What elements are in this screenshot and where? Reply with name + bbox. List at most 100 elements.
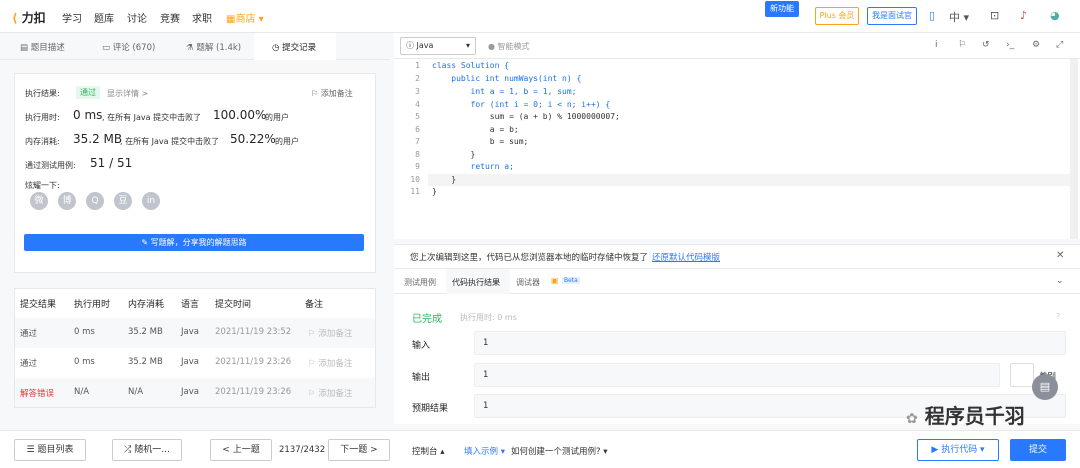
time-percentile: 100.00% xyxy=(213,108,267,122)
write-solution-button[interactable]: ✎ 写题解，分享我的解题思路 xyxy=(24,234,364,251)
language-select[interactable]: ⓘ Java ▾ xyxy=(400,37,476,55)
row-memory: N/A xyxy=(128,387,144,397)
problem-list-button[interactable]: ☰ 题目列表 xyxy=(14,439,86,461)
line-number: 8 xyxy=(415,150,420,159)
new-feature-badge[interactable]: 新功能 xyxy=(765,1,799,17)
add-note-button[interactable]: ⚐ 添加备注 xyxy=(311,88,353,99)
nav-discuss[interactable]: 讨论 xyxy=(127,10,147,25)
editor-scrollbar[interactable] xyxy=(1070,59,1078,239)
smart-mode-toggle[interactable]: ● 智能模式 xyxy=(488,41,530,52)
qq-icon[interactable]: Q xyxy=(86,192,104,210)
output-value-box[interactable]: 1 xyxy=(474,363,1000,387)
row-add-note[interactable]: ⚐ 添加备注 xyxy=(308,357,352,369)
row-result[interactable]: 解答错误 xyxy=(20,387,54,399)
reset-icon[interactable]: ↺ xyxy=(982,40,990,50)
tab-testcase[interactable]: 测试用例 xyxy=(404,277,436,288)
nav-problems[interactable]: 题库 xyxy=(94,10,114,25)
bottom-bar: ☰ 题目列表 ⤮ 随机一... < 上一题 2137/2432 下一题 > 控制… xyxy=(0,430,1080,468)
memory-suffix: 的用户 xyxy=(275,137,299,146)
row-memory: 35.2 MB xyxy=(128,327,163,337)
line-number: 2 xyxy=(415,74,420,83)
interviewer-button[interactable]: 我是面试官 xyxy=(867,7,917,25)
run-exec-time: 执行用时: 0 ms xyxy=(460,313,517,322)
row-time: 0 ms xyxy=(74,327,95,337)
note-float-icon[interactable]: ▤ xyxy=(1032,374,1058,400)
code-line: return a; xyxy=(432,162,514,171)
code-editor[interactable]: 1 2 3 4 5 6 7 8 9 10 11 class Solution {… xyxy=(394,59,1080,239)
run-code-button[interactable]: ▶ 执行代码 ▾ xyxy=(917,439,999,461)
show-details-link[interactable]: 显示详情 > xyxy=(107,88,148,99)
random-problem-button[interactable]: ⤮ 随机一... xyxy=(112,439,182,461)
prev-problem-button[interactable]: < 上一题 xyxy=(210,439,272,461)
close-icon[interactable]: ✕ xyxy=(1056,250,1064,261)
code-line: int a = 1, b = 1, sum; xyxy=(432,87,577,96)
leetcode-logo[interactable]: ⟨ 力扣 xyxy=(12,9,46,26)
line-number: 10 xyxy=(410,175,420,184)
time-value: 0 ms xyxy=(73,108,103,122)
output-label: 输出 xyxy=(412,373,431,383)
time-suffix: 的用户 xyxy=(265,113,289,122)
nav-jobs[interactable]: 求职 xyxy=(192,10,212,25)
row-language: Java xyxy=(181,387,199,397)
weibo-icon[interactable]: 博 xyxy=(58,192,76,210)
row-language: Java xyxy=(181,357,199,367)
code-line: } xyxy=(432,187,437,196)
time-label: 执行用时: xyxy=(25,113,60,122)
tab-comments[interactable]: ▭ 评论 (670) xyxy=(102,41,155,53)
linkedin-icon[interactable]: in xyxy=(142,192,160,210)
row-add-note[interactable]: ⚐ 添加备注 xyxy=(308,327,352,339)
code-line: for (int i = 0; i < n; i++) { xyxy=(432,100,611,109)
fill-example-button[interactable]: 填入示例 ▾ xyxy=(464,445,505,457)
nav-learn[interactable]: 学习 xyxy=(62,10,82,25)
diff-toggle[interactable] xyxy=(1010,363,1034,387)
restore-default-link[interactable]: 还原默认代码模版 xyxy=(652,251,720,263)
line-number: 5 xyxy=(415,112,420,121)
wechat-icon[interactable]: 微 xyxy=(30,192,48,210)
how-create-testcase-link[interactable]: 如何创建一个测试用例? ▾ xyxy=(511,445,607,457)
row-language: Java xyxy=(181,327,199,337)
nav-store[interactable]: ▦商店 ▾ xyxy=(226,10,264,25)
collapse-icon[interactable]: ⌄ xyxy=(1056,276,1064,286)
flag-icon[interactable]: ⚐ xyxy=(958,40,966,50)
memory-value: 35.2 MB xyxy=(73,132,123,146)
line-number: 1 xyxy=(415,61,420,70)
playground-icon[interactable]: ⊡ xyxy=(990,9,999,22)
watermark: ✿ 程序员千羽 xyxy=(906,404,1025,428)
console-toggle[interactable]: 控制台 ▴ xyxy=(412,445,444,457)
fullscreen-icon[interactable]: ⤢ xyxy=(1056,40,1063,50)
beta-badge: Beta xyxy=(562,277,580,284)
code-line: public int numWays(int n) { xyxy=(432,74,582,83)
language-select[interactable]: 中 ▾ xyxy=(949,9,969,25)
info-icon[interactable]: i xyxy=(935,40,938,50)
phone-icon[interactable]: ▯ xyxy=(929,9,935,22)
settings-icon[interactable]: ⚙ xyxy=(1032,40,1040,50)
plus-member-button[interactable]: Plus 会员 xyxy=(815,7,859,25)
col-header-note: 备注 xyxy=(305,300,324,310)
tab-run-result[interactable]: 代码执行结果 xyxy=(452,277,500,288)
douban-icon[interactable]: 豆 xyxy=(114,192,132,210)
bell-icon[interactable]: ♪ xyxy=(1020,9,1027,22)
share-label: 炫耀一下: xyxy=(25,181,60,190)
avatar[interactable]: ◕ xyxy=(1050,9,1060,22)
tab-solutions[interactable]: ⚗ 题解 (1.4k) xyxy=(186,41,241,53)
editor-toolbar: ⓘ Java ▾ ● 智能模式 i ⚐ ↺ ›_ ⚙ ⤢ xyxy=(394,33,1080,59)
col-header-memory: 内存消耗 xyxy=(128,300,165,310)
row-result[interactable]: 通过 xyxy=(20,327,37,339)
result-label: 执行结果: xyxy=(25,89,60,98)
row-result[interactable]: 通过 xyxy=(20,357,37,369)
next-problem-button[interactable]: 下一题 > xyxy=(328,439,390,461)
col-header-result: 提交结果 xyxy=(20,300,57,310)
col-header-language: 语言 xyxy=(181,300,200,310)
row-date: 2021/11/19 23:26 xyxy=(215,357,292,367)
lock-icon: ▣ xyxy=(551,276,559,285)
tab-submissions[interactable]: ◷ 提交记录 xyxy=(254,33,336,60)
help-icon[interactable]: ? xyxy=(1056,312,1060,321)
tab-debugger[interactable]: 调试器 xyxy=(516,277,540,288)
row-memory: 35.2 MB xyxy=(128,357,163,367)
nav-contest[interactable]: 竞赛 xyxy=(160,10,180,25)
submit-button[interactable]: 提交 xyxy=(1010,439,1066,461)
input-value-box[interactable]: 1 xyxy=(474,331,1066,355)
row-add-note[interactable]: ⚐ 添加备注 xyxy=(308,387,352,399)
tab-description[interactable]: ▤ 题目描述 xyxy=(20,41,65,53)
terminal-icon[interactable]: ›_ xyxy=(1006,40,1014,50)
